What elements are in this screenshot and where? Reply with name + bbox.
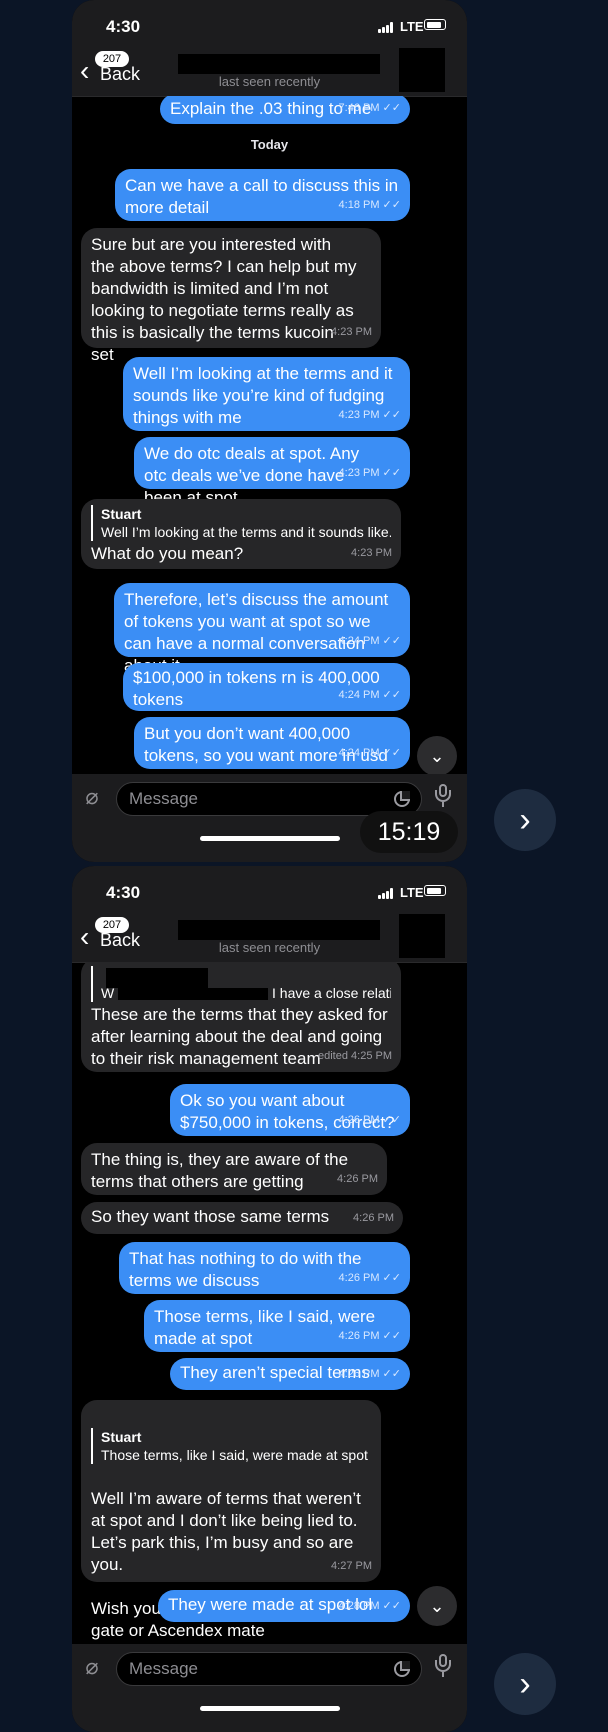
message-time: 4:26 PM ✓✓ (338, 1330, 401, 1342)
scroll-down-button[interactable]: ⌄ (417, 1586, 457, 1626)
avatar[interactable] (399, 914, 445, 958)
status-bar: 4:30 LTE (72, 866, 467, 916)
message-time: 4:18 PM ✓✓ (338, 199, 401, 211)
status-time: 4:30 (106, 17, 141, 36)
message-text: We do otc deals at spot. Any otc deals w… (144, 444, 360, 507)
unread-badge: 207 (95, 917, 129, 933)
message-text: The thing is, they are aware of the term… (91, 1150, 349, 1191)
message-bubble[interactable]: Ok so you want about $750,000 in tokens,… (170, 1084, 410, 1136)
attach-icon[interactable]: ⌀ (80, 1654, 104, 1680)
message-bubble[interactable]: Stuart Well I’m looking at the terms and… (81, 499, 401, 569)
network-label: LTE (400, 19, 424, 34)
status-time: 4:30 (106, 883, 141, 902)
message-bubble[interactable]: Therefore, let’s discuss the amount of t… (114, 583, 410, 675)
message-time: 4:27 PM (331, 1560, 372, 1572)
message-bubble[interactable]: $100,000 in tokens rn is 400,000 tokens … (123, 663, 410, 711)
status-bar: 4:30 LTE (72, 0, 467, 50)
next-button[interactable]: › (494, 1653, 556, 1715)
sticker-icon[interactable] (394, 1661, 410, 1677)
message-time: 4:26 PM (337, 1173, 378, 1185)
reply-quote[interactable]: Stuart Those terms, like I said, were ma… (91, 1428, 371, 1464)
reply-author: Stuart (101, 506, 142, 522)
message-bubble[interactable]: Well I’m looking at the terms and it sou… (123, 357, 410, 431)
message-bubble[interactable]: Can we have a call to discuss this in mo… (115, 169, 410, 221)
reply-text: Well I’m looking at the terms and it sou… (101, 524, 391, 540)
mic-icon[interactable] (435, 1652, 451, 1680)
scroll-down-button[interactable]: ⌄ (417, 736, 457, 774)
message-bubble[interactable]: That has nothing to do with the terms we… (119, 1242, 410, 1294)
signal-icon (378, 888, 396, 899)
message-time: 4:23 PM (351, 547, 392, 559)
message-bubble[interactable]: But you don’t want 400,000 tokens, so yo… (134, 717, 410, 769)
day-separator: Today (250, 137, 289, 152)
next-button[interactable]: › (494, 789, 556, 851)
contact-name-redacted (178, 54, 380, 74)
chat-header: ‹ Back 207 last seen recently (72, 46, 467, 97)
message-list[interactable]: Explain the .03 thing to me 7:46 PM ✓✓ T… (72, 96, 467, 774)
chevron-right-icon: › (519, 1665, 531, 1703)
input-bar: ⌀ (72, 1644, 467, 1732)
reply-text: Those terms, like I said, were made at s… (101, 1447, 368, 1463)
message-bubble[interactable]: Sure but are you interested with the abo… (81, 228, 381, 364)
message-bubble[interactable]: So they want those same terms 4:26 PM (81, 1202, 403, 1234)
message-bubble[interactable]: Explain the .03 thing to me 7:46 PM ✓✓ (160, 96, 410, 124)
message-time: 4:24 PM ✓✓ (338, 635, 401, 647)
message-time: 4:24 PM ✓✓ (338, 747, 401, 759)
redaction-box (106, 968, 208, 988)
message-time: 4:23 PM (331, 326, 372, 338)
reply-author: Stuart (101, 1429, 142, 1445)
attach-icon[interactable]: ⌀ (80, 784, 104, 810)
message-text: What do you mean? (91, 544, 244, 563)
message-time: 4:26 PM ✓✓ (338, 1272, 401, 1284)
message-time: 7:46 PM ✓✓ (338, 102, 401, 114)
contact-name-redacted (178, 920, 380, 940)
message-text: So they want those same terms (91, 1207, 330, 1226)
message-time: 4:23 PM ✓✓ (338, 467, 401, 479)
message-time: 4:26 PM ✓✓ (338, 1114, 401, 1126)
avatar[interactable] (399, 48, 445, 92)
message-time: edited 4:25 PM (318, 1050, 392, 1062)
chevron-down-icon: ⌄ (429, 746, 445, 766)
message-input[interactable] (116, 1652, 422, 1686)
message-time: 4:26 PM ✓✓ (338, 1368, 401, 1380)
message-text: That has nothing to do with the terms we… (129, 1249, 362, 1290)
battery-icon (424, 885, 446, 896)
message-time: 4:23 PM ✓✓ (338, 409, 401, 421)
network-label: LTE (400, 885, 424, 900)
message-bubble[interactable]: We do otc deals at spot. Any otc deals w… (134, 437, 410, 507)
message-time: 4:26 PM (353, 1212, 394, 1224)
message-bubble[interactable]: They were made at spot lol 4:28 PM ✓✓ (158, 1590, 410, 1622)
phone-screenshot-2: 4:30 LTE ‹ Back 207 last seen recently W… (72, 866, 467, 1732)
home-indicator (200, 836, 340, 841)
home-indicator (200, 1706, 340, 1711)
recording-timer: 15:19 (360, 811, 458, 853)
message-bubble[interactable]: Stuart Those terms, like I said, were ma… (81, 1400, 381, 1640)
message-list[interactable]: W I have a close relations... These are … (72, 962, 467, 1644)
chevron-right-icon: › (519, 801, 531, 839)
reply-quote[interactable]: Stuart Well I’m looking at the terms and… (91, 505, 391, 541)
sticker-icon[interactable] (394, 791, 410, 807)
message-text: Sure but are you interested with the abo… (91, 235, 357, 364)
chevron-down-icon: ⌄ (429, 1596, 445, 1616)
chat-header: ‹ Back 207 last seen recently (72, 912, 467, 963)
unread-badge: 207 (95, 51, 129, 67)
message-time: 4:24 PM ✓✓ (338, 689, 401, 701)
mic-icon[interactable] (435, 782, 451, 810)
message-bubble[interactable]: Those terms, like I said, were made at s… (144, 1300, 410, 1352)
message-bubble[interactable]: The thing is, they are aware of the term… (81, 1143, 387, 1195)
message-bubble[interactable]: They aren’t special terms 4:26 PM ✓✓ (170, 1358, 410, 1390)
phone-screenshot-1: 4:30 LTE ‹ Back 207 last seen recently E… (72, 0, 467, 862)
signal-icon (378, 22, 396, 33)
message-time: 4:28 PM ✓✓ (338, 1600, 401, 1612)
battery-icon (424, 19, 446, 30)
